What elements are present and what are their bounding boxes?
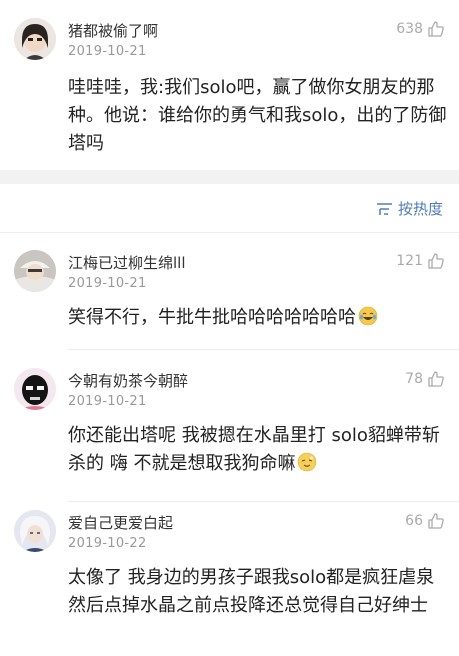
username[interactable]: 今朝有奶茶今朝醉 (68, 370, 188, 391)
avatar-white-hair-character-icon (14, 510, 56, 552)
section-divider (0, 170, 459, 184)
comment-text: 太像了 我身边的男孩子跟我solo都是疯狂虐泉然后点掉水晶之前点投降还总觉得自己… (68, 567, 435, 616)
thumbs-up-icon (428, 253, 444, 269)
thumbs-up-icon (428, 513, 444, 529)
list-item: 江梅已过柳生绵lll 2019-10-21 121 笑得不行，牛批牛批哈哈哈哈哈… (0, 232, 459, 350)
like-count: 78 (405, 371, 423, 387)
comment-date: 2019-10-21 (68, 44, 147, 59)
comment-text: 哇哇哇，我:我们solo吧，赢了做你女朋友的那种。他说：谁给你的勇气和我solo… (68, 77, 447, 154)
avatar-black-mask-icon (14, 368, 56, 410)
top-comment: 猪都被偷了啊 2019-10-21 638 哇哇哇，我:我们solo吧，赢了做你… (0, 0, 459, 170)
avatar-girl-hat-icon (14, 250, 56, 292)
comment-date: 2019-10-22 (68, 536, 147, 551)
like-button[interactable]: 638 (396, 20, 445, 38)
avatar[interactable] (14, 18, 56, 60)
like-count: 121 (396, 253, 423, 269)
comment-date: 2019-10-21 (68, 394, 147, 409)
like-button[interactable]: 66 (405, 512, 445, 530)
like-button[interactable]: 78 (405, 370, 445, 388)
avatar[interactable] (14, 510, 56, 552)
list-item: 今朝有奶茶今朝醉 2019-10-21 78 你还能出塔呢 我被摁在水晶里打 s… (0, 350, 459, 502)
like-count: 638 (396, 21, 423, 37)
sort-bar: 按热度 (0, 184, 459, 233)
list-item: 爱自己更爱白起 2019-10-22 66 太像了 我身边的男孩子跟我solo都… (0, 502, 459, 656)
comment-text-content: 笑得不行，牛批牛批哈哈哈哈哈哈哈 (68, 307, 356, 328)
comment-text: 你还能出塔呢 我被摁在水晶里打 solo貂蝉带斩杀的 嗨 不就是想取我狗命嘛 (68, 422, 448, 478)
sort-by-hot-button[interactable]: 按热度 (376, 198, 443, 219)
avatar[interactable] (14, 250, 56, 292)
cry-laugh-emoji-icon (298, 452, 317, 472)
sort-label: 按热度 (397, 200, 443, 218)
avatar-dark-hair-person-icon (14, 18, 56, 60)
username[interactable]: 猪都被偷了啊 (68, 20, 158, 41)
like-count: 66 (405, 513, 423, 529)
laughing-tears-emoji-icon (358, 306, 378, 326)
comment-feed: 猪都被偷了啊 2019-10-21 638 哇哇哇，我:我们solo吧，赢了做你… (0, 0, 459, 656)
sort-lines-icon (376, 201, 394, 217)
username[interactable]: 江梅已过柳生绵lll (68, 252, 186, 273)
avatar[interactable] (14, 368, 56, 410)
like-button[interactable]: 121 (396, 252, 445, 270)
thumbs-up-icon (428, 371, 444, 387)
thumbs-up-icon (428, 21, 444, 37)
comment-text: 笑得不行，牛批牛批哈哈哈哈哈哈哈 (68, 304, 448, 332)
username[interactable]: 爱自己更爱白起 (68, 512, 173, 533)
comment-text-content: 你还能出塔呢 我被摁在水晶里打 solo貂蝉带斩杀的 嗨 不就是想取我狗命嘛 (68, 425, 440, 474)
comment-date: 2019-10-21 (68, 276, 147, 291)
